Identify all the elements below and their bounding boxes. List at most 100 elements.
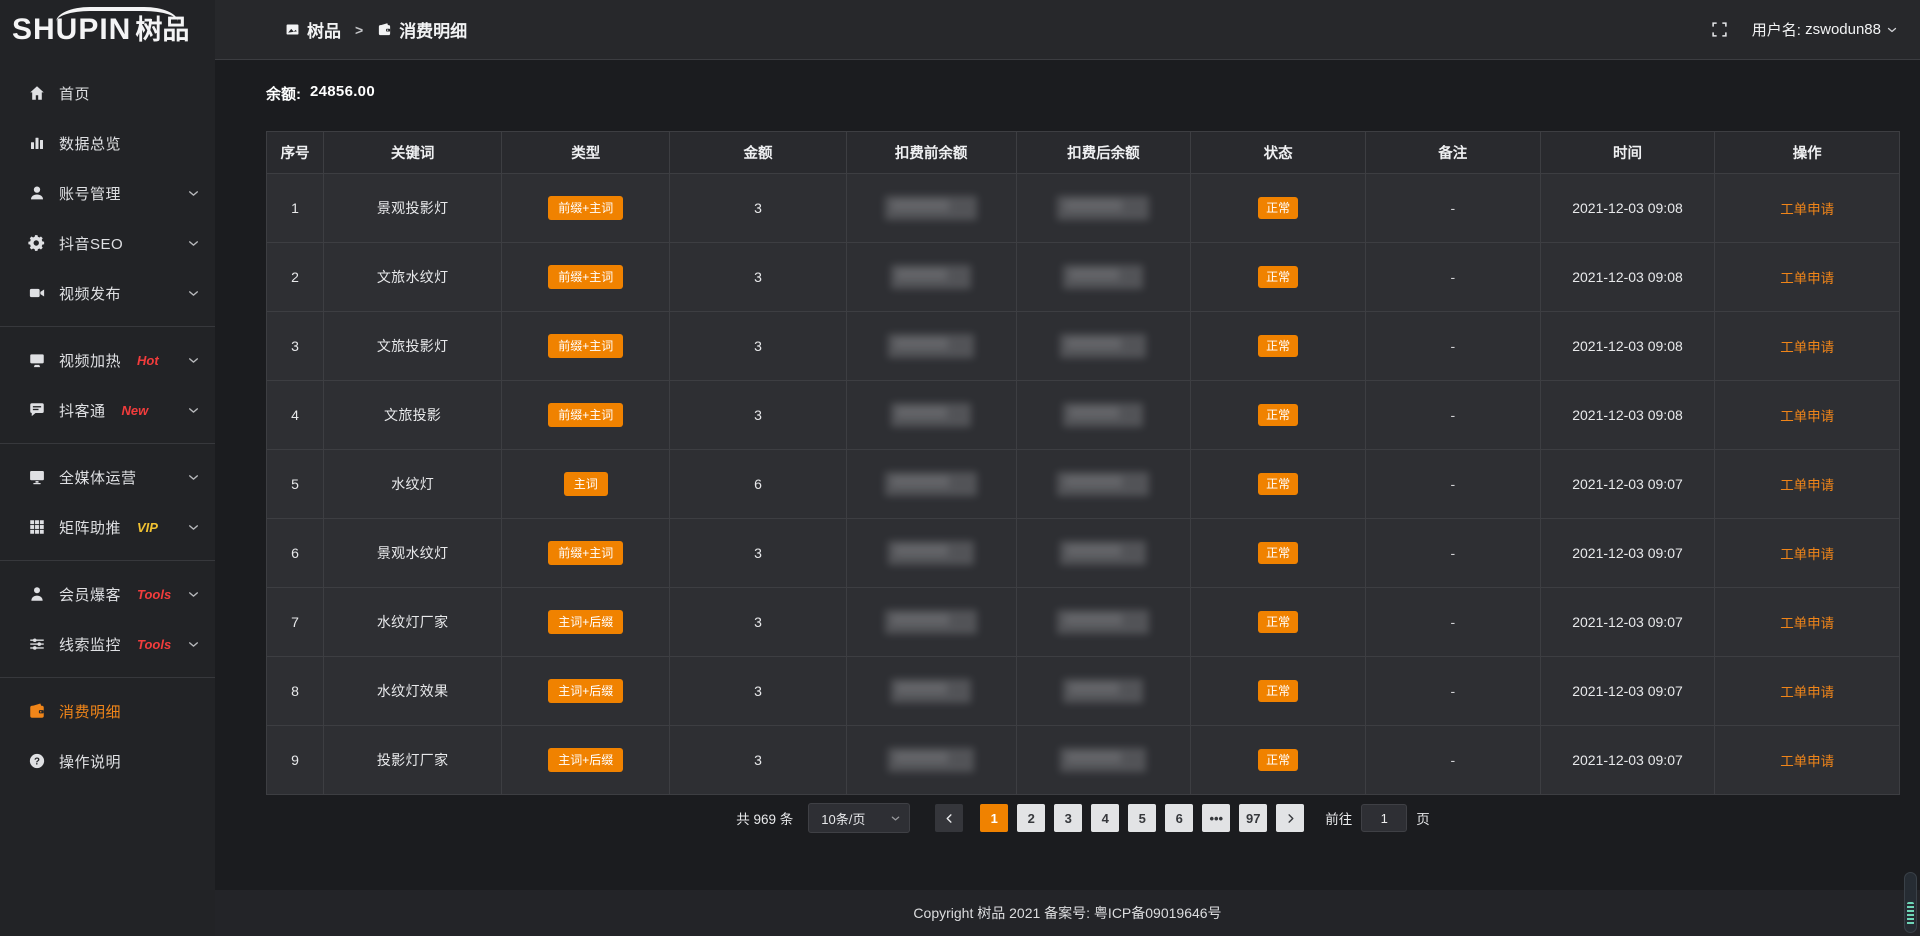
page-button-4[interactable]: 4 xyxy=(1091,804,1119,832)
page-button-5[interactable]: 5 xyxy=(1128,804,1156,832)
cell-action: 工单申请 xyxy=(1715,381,1900,450)
cell-balance-after xyxy=(1016,657,1191,726)
cell-time: 2021-12-03 09:07 xyxy=(1540,519,1715,588)
cell-balance-before xyxy=(846,312,1016,381)
wallet-icon xyxy=(377,22,392,37)
cell-note: - xyxy=(1365,588,1540,657)
work-order-link[interactable]: 工单申请 xyxy=(1780,478,1834,493)
gear-icon xyxy=(27,234,46,253)
cell-type: 主词+后缀 xyxy=(502,588,670,657)
cell-balance-after xyxy=(1016,519,1191,588)
monitor-icon xyxy=(27,468,46,487)
page-button-6[interactable]: 6 xyxy=(1165,804,1193,832)
cell-keyword: 水纹灯 xyxy=(324,450,502,519)
more-pages-button[interactable]: ••• xyxy=(1202,804,1230,832)
masked-balance-before xyxy=(888,748,974,772)
cell-balance-after xyxy=(1016,588,1191,657)
sidebar-item-video-publish[interactable]: 视频发布 xyxy=(0,268,215,318)
sidebar-item-instructions[interactable]: ? 操作说明 xyxy=(0,736,215,786)
chevron-down-icon[interactable] xyxy=(187,237,200,250)
cell-keyword: 水纹灯厂家 xyxy=(324,588,502,657)
goto-page-input[interactable] xyxy=(1361,804,1407,832)
cell-note: - xyxy=(1365,519,1540,588)
sidebar-item-clue-monitor[interactable]: 线索监控 Tools xyxy=(0,619,215,669)
sidebar-item-media-operation[interactable]: 全媒体运营 xyxy=(0,452,215,502)
balance-row: 余额: 24856.00 xyxy=(266,83,1900,104)
cell-status: 正常 xyxy=(1191,450,1366,519)
work-order-link[interactable]: 工单申请 xyxy=(1780,202,1834,217)
chat-icon xyxy=(27,401,46,420)
work-order-link[interactable]: 工单申请 xyxy=(1780,685,1834,700)
work-order-link[interactable]: 工单申请 xyxy=(1780,547,1834,562)
page-button-97[interactable]: 97 xyxy=(1239,804,1267,832)
cell-type: 主词+后缀 xyxy=(502,726,670,795)
cell-keyword: 景观投影灯 xyxy=(324,174,502,243)
sliders-icon xyxy=(27,635,46,654)
chevron-down-icon[interactable] xyxy=(187,521,200,534)
member-icon xyxy=(27,585,46,604)
work-order-link[interactable]: 工单申请 xyxy=(1780,616,1834,631)
cell-action: 工单申请 xyxy=(1715,312,1900,381)
work-order-link[interactable]: 工单申请 xyxy=(1780,271,1834,286)
page-button-3[interactable]: 3 xyxy=(1054,804,1082,832)
sidebar-item-label: 视频加热 xyxy=(59,350,121,371)
work-order-link[interactable]: 工单申请 xyxy=(1780,409,1834,424)
sidebar-item-badge: Tools xyxy=(137,587,171,602)
cell-balance-before xyxy=(846,519,1016,588)
table-body: 1 景观投影灯 前缀+主词 3 正常 - 2021-12-03 09:08 工单… xyxy=(267,174,1900,795)
breadcrumb-item-current[interactable]: 消费明细 xyxy=(377,17,467,42)
cell-status: 正常 xyxy=(1191,381,1366,450)
breadcrumb-item-home[interactable]: 树品 xyxy=(285,17,341,42)
sidebar-item-consumption-detail[interactable]: 消费明细 xyxy=(0,686,215,736)
fullscreen-icon[interactable] xyxy=(1711,21,1728,38)
scroll-indicator-widget[interactable] xyxy=(1904,872,1917,933)
chevron-down-icon[interactable] xyxy=(187,287,200,300)
masked-balance-after xyxy=(1060,748,1146,772)
sidebar-item-member-burst[interactable]: 会员爆客 Tools xyxy=(0,569,215,619)
user-menu[interactable]: 用户名: zswodun88 xyxy=(1752,19,1898,40)
prev-page-button[interactable] xyxy=(935,804,963,832)
balance-label: 余额: xyxy=(266,83,301,104)
cell-note: - xyxy=(1365,381,1540,450)
sidebar: SHUPIN 树品 首页 数据总览 账号管理 抖音SEO 视频发布 视频加热 H… xyxy=(0,0,215,936)
username-value: zswodun88 xyxy=(1805,21,1881,38)
masked-balance-after xyxy=(1063,403,1143,427)
cell-status: 正常 xyxy=(1191,588,1366,657)
table-header-row: 序号关键词类型金额扣费前余额扣费后余额状态备注时间操作 xyxy=(267,132,1900,174)
cell-amount: 6 xyxy=(670,450,846,519)
chevron-down-icon[interactable] xyxy=(187,638,200,651)
sidebar-item-data-overview[interactable]: 数据总览 xyxy=(0,118,215,168)
sidebar-item-video-heat[interactable]: 视频加热 Hot xyxy=(0,335,215,385)
sidebar-item-matrix-boost[interactable]: 矩阵助推 VIP xyxy=(0,502,215,552)
work-order-link[interactable]: 工单申请 xyxy=(1780,340,1834,355)
cell-type: 主词+后缀 xyxy=(502,657,670,726)
page-size-select[interactable]: 10条/页 xyxy=(808,803,910,833)
cell-index: 4 xyxy=(267,381,324,450)
logo-arc-decoration xyxy=(56,7,178,37)
next-page-button[interactable] xyxy=(1276,804,1304,832)
pagination-total: 共 969 条 xyxy=(736,808,793,828)
masked-balance-after xyxy=(1063,265,1143,289)
page-button-2[interactable]: 2 xyxy=(1017,804,1045,832)
sidebar-item-account-manage[interactable]: 账号管理 xyxy=(0,168,215,218)
status-badge: 正常 xyxy=(1258,749,1298,771)
cell-status: 正常 xyxy=(1191,519,1366,588)
table-row: 6 景观水纹灯 前缀+主词 3 正常 - 2021-12-03 09:07 工单… xyxy=(267,519,1900,588)
sidebar-item-douketong[interactable]: 抖客通 New xyxy=(0,385,215,435)
page-button-1[interactable]: 1 xyxy=(980,804,1008,832)
column-header: 序号 xyxy=(267,132,324,174)
sidebar-item-douyin-seo[interactable]: 抖音SEO xyxy=(0,218,215,268)
chevron-down-icon[interactable] xyxy=(187,588,200,601)
chevron-down-icon[interactable] xyxy=(187,471,200,484)
sidebar-item-home[interactable]: 首页 xyxy=(0,68,215,118)
screen-icon xyxy=(27,351,46,370)
masked-balance-after xyxy=(1057,196,1149,220)
chevron-down-icon[interactable] xyxy=(187,404,200,417)
chevron-down-icon[interactable] xyxy=(187,354,200,367)
work-order-link[interactable]: 工单申请 xyxy=(1780,754,1834,769)
chevron-down-icon[interactable] xyxy=(187,187,200,200)
topbar: 树品 > 消费明细 用户名: zswodun88 xyxy=(215,0,1920,60)
masked-balance-before xyxy=(891,403,971,427)
username-label: 用户名: xyxy=(1752,19,1801,40)
cell-amount: 3 xyxy=(670,726,846,795)
